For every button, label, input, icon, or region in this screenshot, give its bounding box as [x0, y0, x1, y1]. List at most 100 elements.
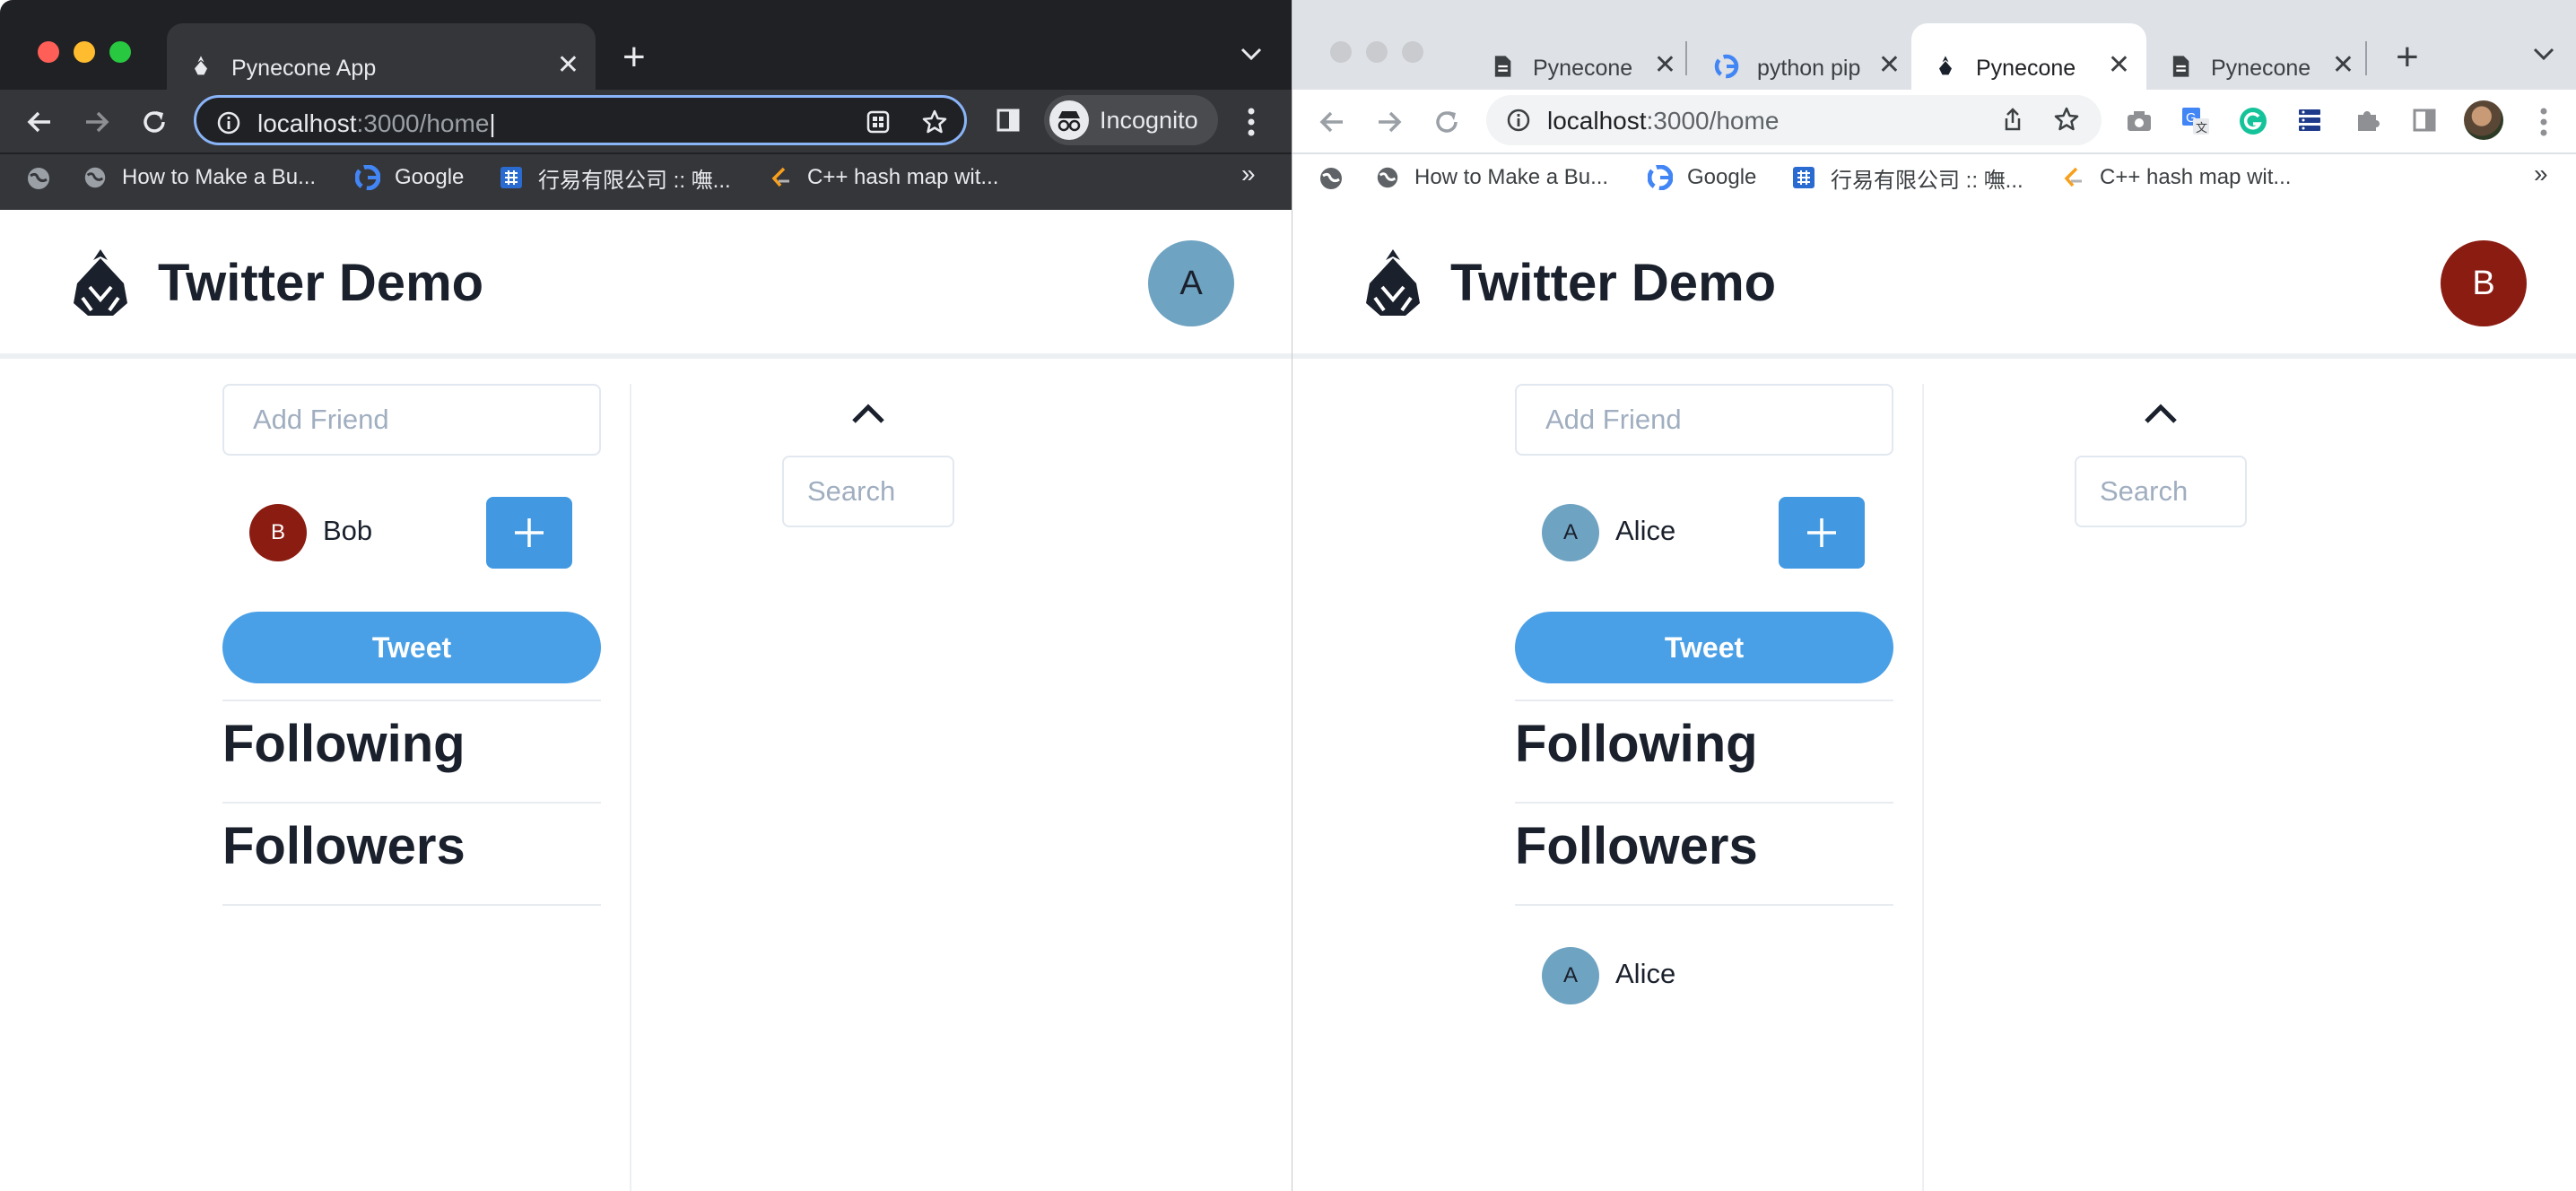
camera-icon[interactable]: [2125, 108, 2154, 135]
forward-arrow-icon: [86, 111, 109, 133]
tweet-button[interactable]: Tweet: [222, 612, 601, 683]
current-user-avatar[interactable]: B: [2441, 240, 2527, 326]
reload-icon: [144, 111, 165, 133]
tab-separator: [1685, 41, 1687, 75]
forward-button[interactable]: [1368, 100, 1411, 143]
follow-button[interactable]: [486, 497, 572, 569]
back-button[interactable]: [18, 100, 61, 143]
app-title: Twitter Demo: [158, 254, 484, 312]
app-title: Twitter Demo: [1450, 254, 1777, 312]
bookmark-label: How to Make a Bu...: [1414, 165, 1609, 189]
apps-globe-icon[interactable]: [1318, 165, 1345, 192]
page-viewport: Twitter Demo A B Bob Tweet Following Fol…: [0, 210, 1292, 1191]
info-icon[interactable]: [1506, 108, 1531, 133]
chevron-up-icon[interactable]: [2141, 400, 2180, 427]
back-button[interactable]: [1310, 100, 1353, 143]
forward-button[interactable]: [75, 100, 118, 143]
new-tab-button[interactable]: +: [622, 30, 646, 84]
address-text: localhost:3000/home: [1547, 107, 1779, 135]
minimize-window-button[interactable]: [74, 41, 95, 63]
close-window-button[interactable]: [38, 41, 59, 63]
tweet-button[interactable]: Tweet: [1515, 612, 1893, 683]
friend-suggestion-row: B Bob: [222, 495, 601, 569]
close-window-button[interactable]: [1330, 41, 1352, 63]
avatar: B: [249, 504, 307, 561]
incognito-badge[interactable]: Incognito: [1044, 95, 1218, 145]
follower-row: A Alice: [1515, 938, 1893, 1010]
translate-icon[interactable]: G文: [2180, 106, 2211, 136]
bookmark-label: Google: [395, 165, 465, 189]
tab-title: Pynecone App: [231, 56, 377, 81]
profile-avatar[interactable]: [2464, 100, 2503, 140]
incognito-label: Incognito: [1100, 107, 1198, 134]
menu-dots-icon[interactable]: [1243, 104, 1259, 140]
add-friend-input[interactable]: [222, 384, 601, 456]
tab-search-chevron-icon[interactable]: [2532, 45, 2555, 63]
bookmark-item[interactable]: Google: [1648, 161, 1756, 194]
reload-button[interactable]: [133, 100, 176, 143]
bookmark-label: How to Make a Bu...: [122, 165, 317, 189]
bookmark-item[interactable]: How to Make a Bu...: [83, 161, 316, 194]
bookmark-star-icon[interactable]: [2053, 106, 2080, 133]
bookmarks-overflow-button[interactable]: »: [2534, 160, 2548, 188]
current-user-avatar[interactable]: A: [1148, 240, 1234, 326]
tab-close-icon[interactable]: ✕: [557, 50, 579, 81]
follow-button[interactable]: [1779, 497, 1865, 569]
reload-icon: [1436, 111, 1458, 133]
tab-title: Pynecone: [1976, 56, 2076, 81]
divider: [222, 904, 601, 906]
zoom-window-button[interactable]: [109, 41, 131, 63]
info-icon[interactable]: [216, 110, 241, 135]
search-input[interactable]: [2075, 456, 2247, 527]
pynecone-favicon-icon: [195, 56, 207, 75]
bookmark-label: 行易有限公司 :: 嘸...: [538, 168, 731, 193]
divider: [222, 802, 601, 804]
following-heading: Following: [1515, 715, 1758, 773]
followers-heading: Followers: [1515, 817, 1758, 875]
search-input[interactable]: [782, 456, 954, 527]
tab-close-icon[interactable]: ✕: [2332, 50, 2354, 81]
bookmark-item[interactable]: C++ hash map wit...: [2060, 161, 2291, 194]
side-panel-icon[interactable]: [2412, 108, 2437, 133]
bookmark-star-icon[interactable]: [921, 109, 948, 135]
apps-globe-icon[interactable]: [25, 165, 52, 192]
plus-icon: [515, 518, 544, 547]
qr-code-icon[interactable]: [866, 109, 891, 135]
tab-close-icon[interactable]: ✕: [1654, 50, 1676, 81]
back-arrow-icon: [27, 111, 50, 133]
chevron-up-icon[interactable]: [849, 400, 888, 427]
add-friend-input[interactable]: [1515, 384, 1893, 456]
tab-search-chevron-icon[interactable]: [1240, 45, 1263, 63]
address-bar[interactable]: localhost:3000/home: [1486, 95, 2102, 145]
friend-name: Alice: [1615, 515, 1676, 546]
new-tab-button[interactable]: +: [2396, 30, 2419, 84]
bookmark-item[interactable]: How to Make a Bu...: [1375, 161, 1608, 194]
incognito-browser-window: Pynecone App ✕ + localhost:3000/home| In…: [0, 0, 1292, 1191]
tab-title: Pynecone: [2211, 56, 2311, 81]
bookmark-item[interactable]: C++ hash map wit...: [768, 161, 998, 194]
address-host: localhost: [257, 109, 357, 137]
bookmark-item[interactable]: Google: [355, 161, 464, 194]
tab-close-icon[interactable]: ✕: [2108, 50, 2130, 81]
tab-title: python pip: [1757, 56, 1861, 81]
pynecone-logo-icon: [1366, 249, 1420, 316]
bookmarks-overflow-button[interactable]: »: [1241, 160, 1256, 188]
grammarly-icon[interactable]: [2238, 106, 2268, 136]
divider: [1515, 904, 1893, 906]
bookmark-item[interactable]: 行易有限公司 :: 嘸...: [1791, 161, 2023, 194]
address-path: :3000/home: [1646, 107, 1780, 135]
avatar: A: [1542, 504, 1599, 561]
follower-name: Alice: [1615, 958, 1676, 989]
share-icon[interactable]: [1999, 106, 2026, 133]
side-panel-icon[interactable]: [996, 108, 1021, 133]
tab-close-icon[interactable]: ✕: [1878, 50, 1901, 81]
reload-button[interactable]: [1425, 100, 1468, 143]
address-bar[interactable]: localhost:3000/home|: [194, 95, 967, 145]
globe-icon: [1375, 165, 1400, 190]
minimize-window-button[interactable]: [1366, 41, 1388, 63]
zoom-window-button[interactable]: [1402, 41, 1423, 63]
bookmark-item[interactable]: 行易有限公司 :: 嘸...: [499, 161, 731, 194]
stack-extension-icon[interactable]: [2295, 106, 2324, 135]
extension-icon[interactable]: [2353, 106, 2381, 135]
menu-dots-icon[interactable]: [2536, 104, 2552, 140]
